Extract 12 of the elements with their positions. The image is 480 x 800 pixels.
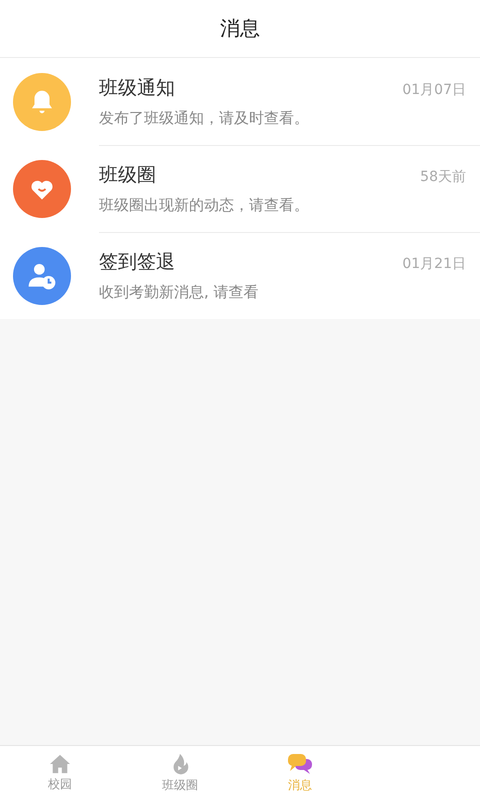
message-preview: 班级圈出现新的动态，请查看。 [99, 196, 310, 214]
message-time: 58天前 [420, 168, 466, 186]
message-time: 01月07日 [402, 80, 466, 98]
chat-bubbles-icon [287, 752, 313, 774]
message-title[interactable]: 班级通知 [99, 74, 175, 100]
page-title: 消息 [220, 15, 260, 42]
message-preview: 收到考勤新消息, 请查看 [99, 283, 260, 302]
home-icon [49, 754, 71, 774]
message-time: 01月21日 [402, 255, 466, 273]
message-title[interactable]: 班级圈 [99, 162, 156, 188]
message-title[interactable]: 签到签退 [99, 249, 175, 275]
message-preview: 发布了班级通知，请及时查看。 [99, 108, 310, 128]
